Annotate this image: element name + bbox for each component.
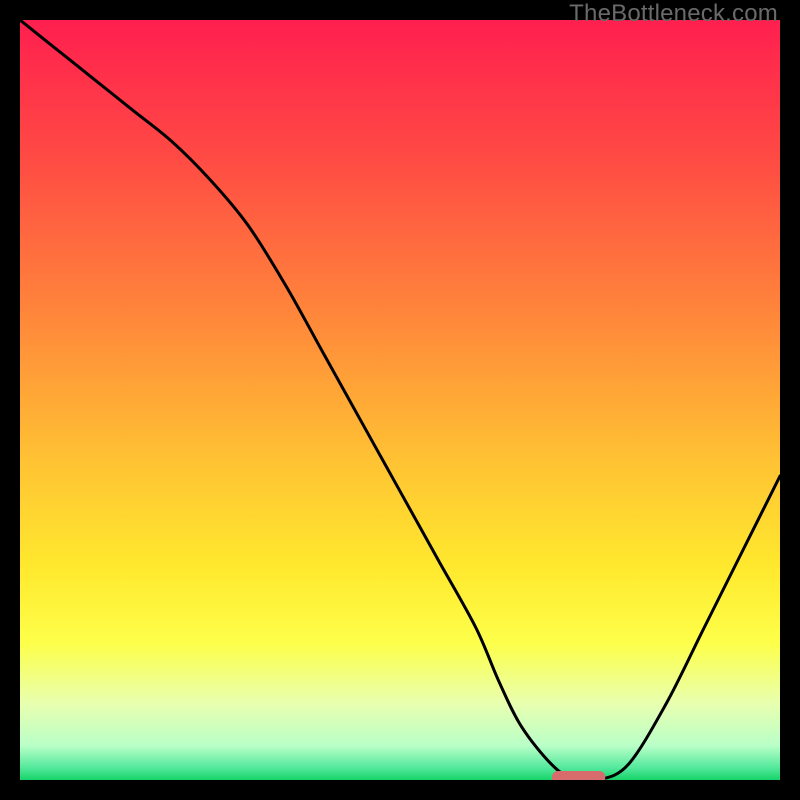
gradient-background: [20, 20, 780, 780]
watermark-text: TheBottleneck.com: [569, 0, 778, 28]
chart-svg: [20, 20, 780, 780]
chart-frame: [20, 20, 780, 780]
optimal-range-marker: [552, 771, 605, 780]
